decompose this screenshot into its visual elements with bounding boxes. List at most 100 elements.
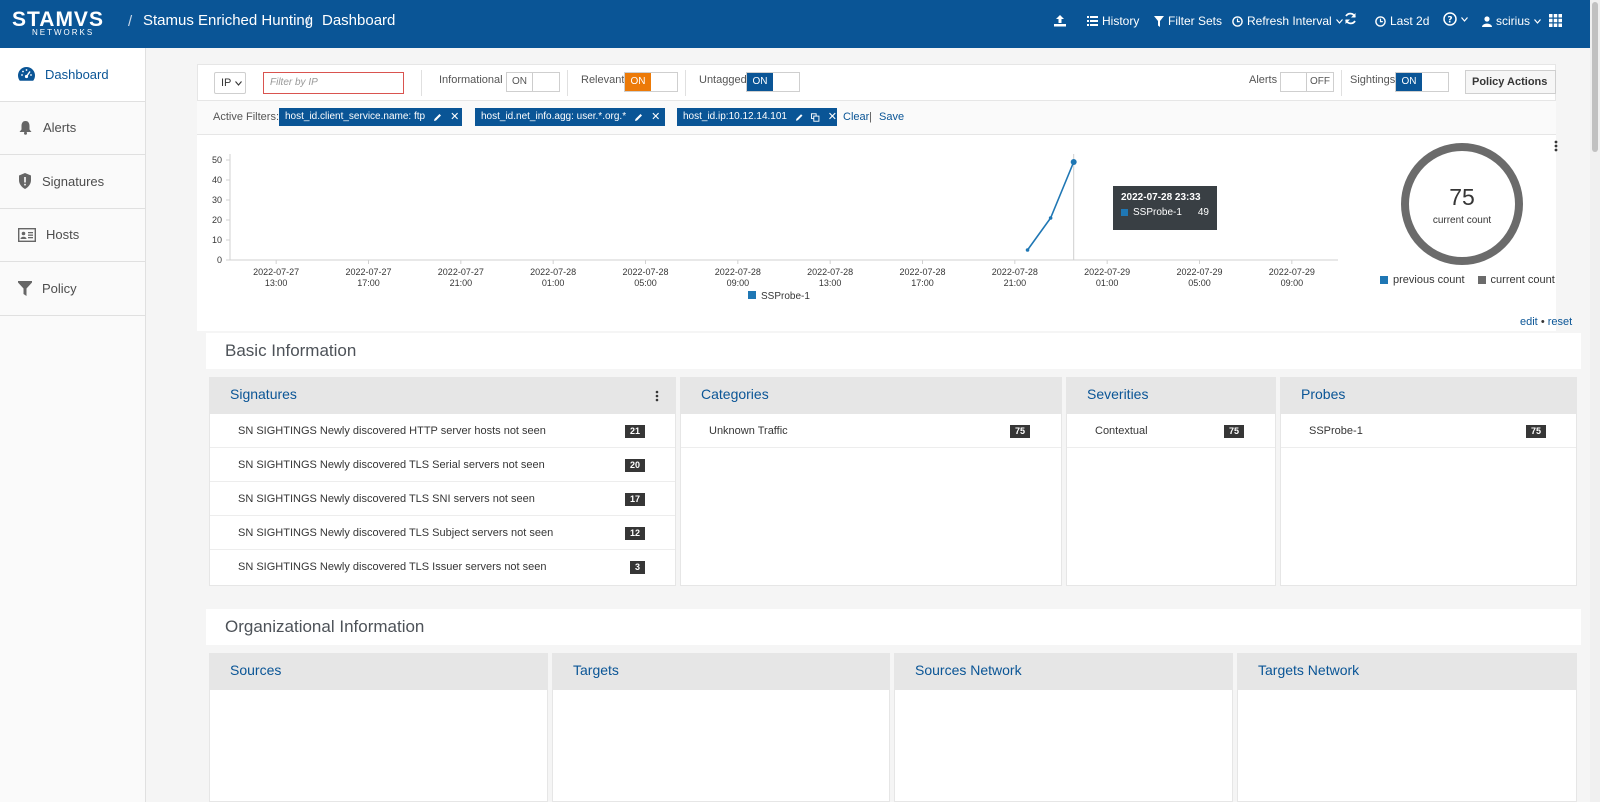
x-tick-time: 01:00 (542, 278, 565, 288)
signature-row[interactable]: SN SIGHTINGS Newly discovered TLS Serial… (210, 448, 675, 482)
filter-chip[interactable]: host_id.ip:10.12.14.101 ✕ (677, 108, 837, 126)
breadcrumb-separator: / (128, 13, 133, 30)
toggle-handle (1281, 73, 1307, 91)
targets-panel: Targets (552, 653, 890, 802)
x-tick-time: 21:00 (450, 278, 473, 288)
count-badge: 75 (1223, 425, 1244, 438)
count-badge: 75 (1009, 425, 1030, 438)
vertical-scrollbar[interactable] (1590, 0, 1600, 802)
x-tick-time: 05:00 (1188, 278, 1211, 288)
history-button[interactable]: History (1087, 14, 1139, 28)
filter-bar: IP Filter by IP Informational ON Relevan… (197, 64, 1556, 107)
breadcrumb-page: Dashboard (322, 12, 396, 29)
clear-filters-link[interactable]: Clear (843, 111, 869, 123)
app-grid-button[interactable] (1549, 14, 1562, 27)
pencil-icon[interactable] (433, 113, 442, 122)
link-dot: • (1540, 316, 1545, 328)
sidebar-item-alerts[interactable]: Alerts (0, 102, 145, 155)
count-badge: 3 (629, 561, 645, 574)
copy-icon[interactable] (811, 112, 820, 122)
close-icon[interactable]: ✕ (828, 108, 837, 126)
ip-filter-type-select[interactable]: IP (214, 72, 246, 94)
signature-row[interactable]: SN SIGHTINGS Newly discovered TLS SNI se… (210, 482, 675, 516)
user-icon (1482, 15, 1492, 27)
clock-icon (1375, 15, 1386, 27)
panel-title-text: Signatures (230, 386, 297, 402)
alerts-toggle[interactable]: OFF (1280, 72, 1334, 92)
save-filters-link[interactable]: Save (879, 111, 904, 123)
organizational-information-header: Organizational Information (206, 609, 1581, 645)
informational-toggle[interactable]: ON (506, 72, 560, 92)
signature-label: SN SIGHTINGS Newly discovered TLS SNI se… (238, 493, 535, 505)
tooltip-value: 49 (1197, 207, 1209, 218)
x-tick-date: 2022-07-29 (1084, 267, 1130, 277)
refresh-icon (1345, 12, 1356, 25)
id-card-icon (18, 227, 36, 242)
legend-label: current count (1490, 274, 1555, 286)
count-donut: 75 current count (1400, 142, 1524, 266)
signature-label: SN SIGHTINGS Newly discovered TLS Issuer… (238, 561, 547, 573)
divider (685, 70, 686, 96)
close-icon[interactable]: ✕ (651, 108, 660, 126)
stamus-logo[interactable]: STAMVS NETWORKS (12, 9, 112, 38)
relevant-toggle[interactable]: ON (624, 72, 678, 92)
policy-actions-label: Policy Actions (1472, 76, 1548, 88)
kebab-menu-icon[interactable] (655, 390, 659, 402)
sidebar-item-hosts[interactable]: Hosts (0, 209, 145, 262)
sidebar-item-signatures[interactable]: Signatures (0, 155, 145, 209)
x-tick-time: 05:00 (634, 278, 657, 288)
filter-sets-button[interactable]: Filter Sets (1154, 14, 1222, 28)
reset-link[interactable]: reset (1548, 316, 1572, 328)
toggle-state: ON (1396, 73, 1422, 91)
filter-sets-label: Filter Sets (1168, 14, 1223, 28)
count-badge: 17 (624, 493, 645, 506)
time-range-button[interactable]: Last 2d (1375, 14, 1429, 28)
refresh-button[interactable] (1344, 12, 1357, 25)
x-tick-date: 2022-07-27 (438, 267, 484, 277)
untagged-toggle[interactable]: ON (746, 72, 800, 92)
ip-select-value: IP (221, 77, 232, 89)
upload-button[interactable] (1053, 14, 1067, 27)
category-row[interactable]: Unknown Traffic 75 (681, 414, 1061, 448)
pencil-icon[interactable] (795, 113, 803, 122)
probe-row[interactable]: SSProbe-1 75 (1281, 414, 1576, 448)
x-tick-time: 09:00 (1281, 278, 1304, 288)
chart-tooltip: 2022-07-28 23:33 SSProbe-1 49 (1113, 186, 1217, 230)
ip-filter-input[interactable]: Filter by IP (263, 72, 404, 94)
refresh-interval-dropdown[interactable]: Refresh Interval (1232, 14, 1343, 28)
legend-swatch (1477, 276, 1486, 284)
signature-row[interactable]: SN SIGHTINGS Newly discovered HTTP serve… (210, 414, 675, 448)
user-dropdown[interactable]: scirius (1482, 14, 1541, 28)
donut-value: 75 (1449, 184, 1475, 210)
breadcrumb-app[interactable]: Stamus Enriched Hunting (143, 12, 313, 29)
edit-link[interactable]: edit (1520, 316, 1538, 328)
sightings-toggle[interactable]: ON (1395, 72, 1449, 92)
filter-chip-label: host_id.client_service.name: ftp (285, 111, 426, 122)
history-label: History (1102, 14, 1140, 28)
legend-label: SSProbe-1 (761, 291, 810, 302)
sources-network-panel: Sources Network (894, 653, 1233, 802)
signature-row[interactable]: SN SIGHTINGS Newly discovered TLS Issuer… (210, 550, 675, 584)
signature-row[interactable]: SN SIGHTINGS Newly discovered TLS Subjec… (210, 516, 675, 550)
severity-row[interactable]: Contextual 75 (1067, 414, 1275, 448)
y-tick-label: 0 (217, 255, 222, 265)
pencil-icon[interactable] (634, 113, 643, 122)
logo-subtext: NETWORKS (32, 28, 95, 37)
close-icon[interactable]: ✕ (450, 108, 459, 126)
x-tick-date: 2022-07-29 (1176, 267, 1222, 277)
filter-chip[interactable]: host_id.client_service.name: ftp ✕ (279, 108, 462, 126)
policy-actions-dropdown[interactable]: Policy Actions (1465, 70, 1556, 107)
probe-label: SSProbe-1 (1309, 425, 1363, 437)
chevron-down-icon (235, 81, 242, 86)
sidebar-item-policy[interactable]: Policy (0, 262, 145, 316)
toggle-state: ON (747, 73, 773, 91)
divider (421, 70, 422, 96)
filter-chip[interactable]: host_id.net_info.agg: user.*.org.* ✕ (475, 108, 665, 126)
help-dropdown[interactable]: ? (1443, 12, 1468, 26)
scrollbar-thumb[interactable] (1592, 2, 1598, 152)
y-tick-label: 10 (212, 235, 222, 245)
sidebar-item-dashboard[interactable]: Dashboard (0, 48, 145, 102)
chart-menu-kebab-icon[interactable] (1554, 140, 1558, 155)
severity-label: Contextual (1095, 425, 1148, 437)
active-filters-bar: Active Filters: host_id.client_service.n… (197, 101, 1556, 135)
